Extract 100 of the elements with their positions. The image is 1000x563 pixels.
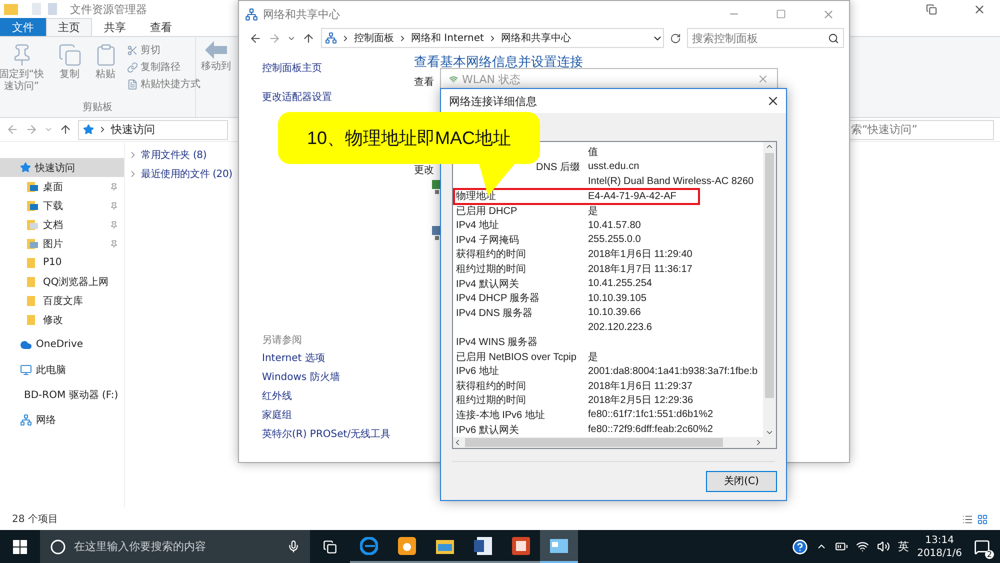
body-text: 查看: [414, 76, 434, 89]
group-label: 剪贴板: [82, 100, 112, 115]
section-header[interactable]: 最近使用的文件 (20): [141, 167, 232, 181]
notification-button[interactable]: 2: [970, 534, 994, 558]
nav-item[interactable]: 修改: [0, 310, 124, 329]
folder-icon: [27, 238, 39, 249]
nav-item[interactable]: P10: [0, 253, 124, 272]
nav-item[interactable]: 快速访问: [0, 158, 124, 177]
dialog-title: 网络连接详细信息: [449, 94, 537, 108]
column-header[interactable]: 值: [585, 145, 763, 160]
scroll-left-icon[interactable]: [453, 438, 462, 447]
page-heading: 查看基本网络信息并设置连接: [414, 54, 583, 72]
breadcrumb-item[interactable]: 控制面板: [354, 31, 394, 45]
value-cell-text: 10.10.39.66: [587, 307, 642, 318]
nav-item[interactable]: 图片: [0, 234, 124, 253]
property-cell-text: IPv6 默认网关: [455, 424, 520, 437]
property-cell-text: IPv4 子网掩码: [455, 234, 520, 247]
volume-icon[interactable]: [877, 540, 890, 553]
nav-item[interactable]: BD-ROM 驱动器 (F:): [0, 385, 124, 404]
ribbon-button[interactable]: 复制: [52, 39, 86, 100]
ribbon-tab[interactable]: 查看: [138, 18, 184, 36]
nav-item[interactable]: 此电脑: [0, 360, 124, 379]
chevron-icon: [398, 34, 407, 42]
nav-item[interactable]: OneDrive: [0, 335, 124, 354]
value-cell-text: 10.10.39.105: [587, 292, 648, 304]
address-bar[interactable]: 快速访问: [78, 120, 228, 140]
nav-item[interactable]: 百度文库: [0, 291, 124, 310]
property-cell-text: 连接-本地 IPv6 地址: [455, 408, 546, 422]
ribbon-button[interactable]: 粘贴快捷方式: [124, 76, 202, 92]
nav-item[interactable]: 网络: [0, 410, 124, 429]
ribbon-tab[interactable]: 共享: [92, 18, 138, 36]
breadcrumb-item[interactable]: 网络和 Internet: [411, 31, 484, 45]
forward-icon: [25, 123, 38, 136]
breadcrumb-item[interactable]: 网络和共享中心: [500, 31, 571, 45]
wifi-icon: [449, 74, 458, 84]
search-field[interactable]: 在这里输入你要搜索的内容: [40, 530, 310, 563]
nav-item[interactable]: 下载: [0, 196, 124, 215]
search-field[interactable]: 索“快速访问”: [848, 120, 994, 140]
input-language[interactable]: 英: [898, 539, 910, 554]
details-view-icon[interactable]: [962, 514, 973, 524]
task-view-icon: [323, 540, 337, 554]
refresh-button[interactable]: [670, 32, 681, 44]
back-button[interactable]: [249, 32, 262, 44]
document-app-icon[interactable]: [474, 536, 492, 554]
close-icon[interactable]: [766, 94, 780, 108]
nav-item[interactable]: 文档: [0, 215, 124, 234]
caret-icon: [44, 125, 53, 134]
ribbon-tab[interactable]: 文件: [0, 18, 46, 36]
section-header[interactable]: 常用文件夹 (8): [141, 148, 207, 162]
horizontal-scrollbar[interactable]: [453, 436, 776, 448]
nav-item[interactable]: 桌面: [0, 177, 124, 196]
forward-icon: [268, 32, 281, 44]
up-button[interactable]: [59, 123, 72, 136]
scroll-right-icon[interactable]: [754, 438, 763, 447]
body-text: 更改: [414, 164, 434, 177]
up-button[interactable]: [302, 32, 315, 44]
sidebar-link[interactable]: 控制面板主页: [262, 62, 322, 76]
ribbon-button[interactable]: 剪切: [124, 42, 202, 58]
property-cell-text: 已启用 NetBIOS over Tcpip: [455, 350, 578, 364]
window-app-icon[interactable]: [550, 538, 568, 552]
help-icon[interactable]: [792, 538, 808, 554]
star-icon: [20, 162, 31, 173]
folder-icon[interactable]: [436, 538, 454, 554]
ribbon-button[interactable]: 固定到“快速访问”: [0, 39, 50, 100]
ribbon-tab[interactable]: 主页: [46, 18, 92, 36]
value-cell-text: 2018年1月6日 11:29:40: [587, 248, 694, 262]
battery-icon[interactable]: [835, 540, 848, 553]
vertical-scrollbar[interactable]: [763, 142, 776, 437]
value-cell-text: fe80::61f7:1fc1:551:d6b1%2: [587, 409, 714, 420]
ribbon-button[interactable]: 复制路径: [124, 59, 202, 75]
value-cell-text: 10.41.255.254: [587, 278, 653, 290]
sidebar-link[interactable]: 更改适配器设置: [262, 91, 332, 105]
microphone-icon[interactable]: [287, 540, 300, 553]
see-also-link[interactable]: Internet 选项: [262, 351, 414, 370]
nav-item[interactable]: QQ浏览器上网: [0, 272, 124, 291]
property-cell-text: 获得租约的时间: [455, 380, 527, 393]
see-also-link[interactable]: 英特尔(R) PROSet/无线工具: [262, 427, 414, 446]
value-cell-text: fe80::72f9:6dff:feab:2c60%2: [587, 424, 714, 436]
close-button[interactable]: 关闭(C): [706, 470, 777, 492]
property-cell-text: 获得租约的时间: [455, 248, 527, 262]
address-bar[interactable]: 控制面板 网络和 Internet 网络和共享中心: [321, 28, 664, 48]
search-field[interactable]: 搜索控制面板: [687, 28, 844, 48]
back-icon: [6, 123, 19, 136]
chevron-icon: [98, 125, 107, 134]
see-also-link[interactable]: 家庭组: [262, 408, 414, 427]
see-also-link[interactable]: 红外线: [262, 389, 414, 408]
value-cell-text: 255.255.0.0: [587, 234, 642, 246]
close-icon: [972, 2, 986, 16]
maximize-icon: [776, 9, 786, 19]
scroll-up-icon[interactable]: [765, 142, 774, 151]
ribbon-button[interactable]: 粘贴: [88, 39, 122, 100]
property-cell-text: IPv4 默认网关: [455, 278, 520, 291]
up-icon: [59, 123, 72, 136]
browser-icon[interactable]: [360, 536, 378, 554]
folder-icon: [27, 181, 39, 192]
see-also-link[interactable]: Windows 防火墙: [262, 370, 414, 389]
presentation-app-icon[interactable]: [512, 536, 530, 554]
chevron-icon: [341, 34, 350, 42]
clock[interactable]: 13:14 2018/1/6: [917, 534, 962, 560]
tiles-view-icon[interactable]: [977, 514, 988, 524]
